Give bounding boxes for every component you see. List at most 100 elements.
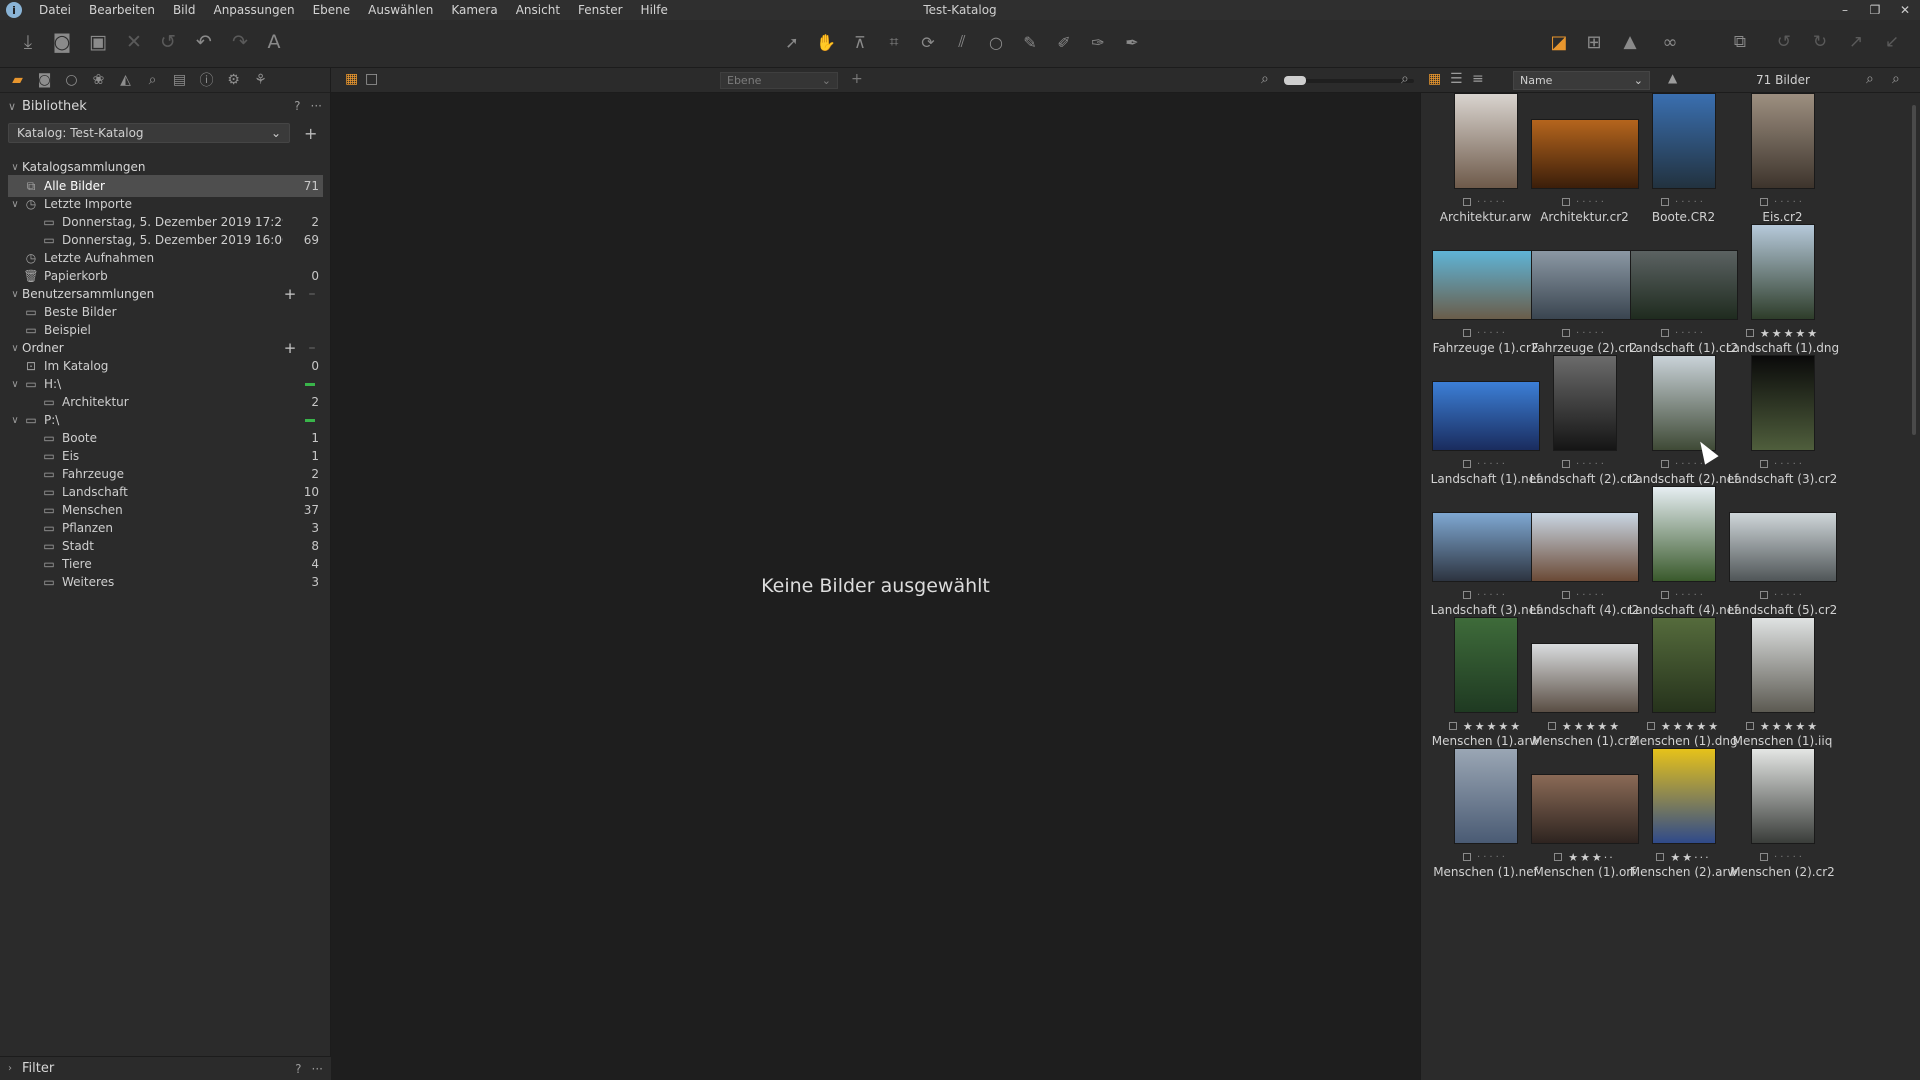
sort-select[interactable]: Name ⌄	[1513, 71, 1650, 90]
thumbnail-image[interactable]	[1453, 93, 1518, 189]
camera-tab-icon[interactable]: ◙	[31, 69, 58, 91]
thumbnail-cell[interactable]: ····· Menschen (2).cr2	[1722, 748, 1843, 908]
zoom-in-icon[interactable]: ⌕	[1401, 71, 1409, 87]
chevron-down-icon[interactable]: ∨	[8, 289, 22, 300]
brush-icon[interactable]: ✎	[1016, 28, 1044, 56]
loupe-icon[interactable]: ⊼	[846, 28, 874, 56]
remove-folder-icon[interactable]: –	[301, 340, 323, 356]
batch-tab-icon[interactable]: ⚘	[247, 69, 274, 91]
chevron-right-icon[interactable]: ›	[8, 1063, 22, 1074]
select-checkbox[interactable]	[1661, 198, 1670, 206]
star-rating[interactable]: ·····	[1774, 197, 1805, 208]
menu-item[interactable]: Hilfe	[632, 0, 677, 20]
select-checkbox[interactable]	[1562, 329, 1571, 337]
select-checkbox[interactable]	[1760, 591, 1769, 599]
zoom-out-icon[interactable]: ⌕	[1261, 71, 1269, 87]
thumbnail-image[interactable]	[1651, 486, 1716, 582]
proof-glasses-icon[interactable]: ∞	[1656, 28, 1684, 56]
thumbnail-image[interactable]	[1728, 512, 1837, 582]
select-checkbox[interactable]	[1656, 853, 1665, 861]
search-icon[interactable]: ⌕	[1892, 71, 1900, 87]
menu-item[interactable]: Bearbeiten	[80, 0, 164, 20]
rotate-right-icon[interactable]: ↻	[1806, 28, 1834, 56]
multi-view-icon[interactable]: ⧉	[1726, 28, 1754, 56]
edit-mode-icon[interactable]: ◪	[1545, 28, 1573, 56]
select-checkbox[interactable]	[1463, 591, 1472, 599]
copy-adjustments-icon[interactable]: ↗	[1842, 28, 1870, 56]
star-rating[interactable]: ·····	[1477, 197, 1508, 208]
multi-view-grid-icon[interactable]: ▦	[345, 71, 358, 87]
eraser-icon[interactable]: ✑	[1084, 28, 1112, 56]
star-rating[interactable]: ·····	[1675, 328, 1706, 339]
thumbnail-image[interactable]	[1453, 617, 1518, 713]
menu-item[interactable]: Ansicht	[507, 0, 569, 20]
catalog-add-icon[interactable]: +	[304, 124, 317, 143]
menu-item[interactable]: Anpassungen	[204, 0, 303, 20]
select-checkbox[interactable]	[1463, 853, 1472, 861]
select-checkbox[interactable]	[1760, 460, 1769, 468]
camera-icon[interactable]: ◙	[48, 28, 76, 56]
sort-ascending-icon[interactable]: ▲	[1668, 71, 1677, 85]
star-rating[interactable]: ·····	[1576, 328, 1607, 339]
star-rating[interactable]: ★★★★★	[1760, 720, 1819, 733]
help-icon[interactable]: ?	[294, 99, 300, 113]
undo-icon[interactable]: ↶	[190, 28, 218, 56]
settings-tab-icon[interactable]: ⚙	[220, 69, 247, 91]
select-checkbox[interactable]	[1661, 460, 1670, 468]
select-checkbox[interactable]	[1745, 722, 1754, 730]
select-checkbox[interactable]	[1661, 591, 1670, 599]
select-checkbox[interactable]	[1554, 853, 1563, 861]
star-rating[interactable]: ·····	[1477, 459, 1508, 470]
add-layer-icon[interactable]: +	[851, 71, 863, 87]
star-rating[interactable]: ·····	[1675, 590, 1706, 601]
folder-tab-icon[interactable]: ▰	[4, 69, 31, 91]
thumbnail-image[interactable]	[1453, 748, 1518, 844]
export-icon[interactable]: ▣	[84, 28, 112, 56]
image-viewer[interactable]: Keine Bilder ausgewählt	[331, 93, 1420, 1080]
metadata-tab-icon[interactable]: ▤	[166, 69, 193, 91]
chevron-down-icon[interactable]: ∨	[8, 199, 22, 210]
spot-icon[interactable]: ○	[982, 28, 1010, 56]
select-checkbox[interactable]	[1760, 198, 1769, 206]
select-checkbox[interactable]	[1547, 722, 1556, 730]
grid-view-icon[interactable]: ▦	[1428, 71, 1441, 87]
rotate-icon[interactable]: ⟳	[914, 28, 942, 56]
details-tab-icon[interactable]: ⌕	[139, 69, 166, 91]
select-checkbox[interactable]	[1463, 329, 1472, 337]
thumbnail-image[interactable]	[1651, 617, 1716, 713]
import-icon[interactable]: ⤓	[14, 28, 42, 56]
star-rating[interactable]: ★★···	[1670, 851, 1710, 864]
keystone-icon[interactable]: ⫽	[948, 28, 976, 56]
warning-icon[interactable]: ▲	[1616, 28, 1644, 56]
list-view-icon[interactable]: ☰	[1450, 71, 1463, 87]
text-icon[interactable]: A	[260, 28, 288, 56]
zoom-thumbnails-icon[interactable]: ⌕	[1866, 71, 1874, 87]
select-checkbox[interactable]	[1745, 329, 1754, 337]
help-icon[interactable]: ?	[295, 1062, 301, 1076]
star-rating[interactable]: ·····	[1576, 459, 1607, 470]
star-rating[interactable]: ·····	[1774, 459, 1805, 470]
star-rating[interactable]: ★★★★★	[1463, 720, 1522, 733]
chevron-down-icon[interactable]: ∨	[8, 100, 22, 113]
select-checkbox[interactable]	[1760, 853, 1769, 861]
select-checkbox[interactable]	[1661, 329, 1670, 337]
thumbnail-image[interactable]	[1651, 93, 1716, 189]
color-tab-icon[interactable]: ❀	[85, 69, 112, 91]
image-browser[interactable]: ····· Architektur.arw ····· Architektur.cr2…	[1420, 93, 1920, 1080]
select-checkbox[interactable]	[1448, 722, 1457, 730]
menu-item[interactable]: Ebene	[304, 0, 360, 20]
remove-collection-icon[interactable]: –	[301, 286, 323, 302]
catalog-select[interactable]: Katalog: Test-Katalog ⌄	[8, 123, 290, 143]
menu-item[interactable]: Kamera	[442, 0, 506, 20]
apply-adjustments-icon[interactable]: ↙	[1878, 28, 1906, 56]
star-rating[interactable]: ·····	[1774, 852, 1805, 863]
star-rating[interactable]: ★★★★★	[1661, 720, 1720, 733]
star-rating[interactable]: ★★★★★	[1760, 327, 1819, 340]
library-header[interactable]: ∨ Bibliothek ? ···	[0, 93, 330, 119]
star-rating[interactable]: ·····	[1576, 590, 1607, 601]
gradient-icon[interactable]: ✒	[1118, 28, 1146, 56]
lens-tab-icon[interactable]: ○	[58, 69, 85, 91]
folder-item[interactable]: ▭ Weiteres 3	[8, 571, 323, 593]
select-checkbox[interactable]	[1646, 722, 1655, 730]
star-rating[interactable]: ·····	[1477, 328, 1508, 339]
